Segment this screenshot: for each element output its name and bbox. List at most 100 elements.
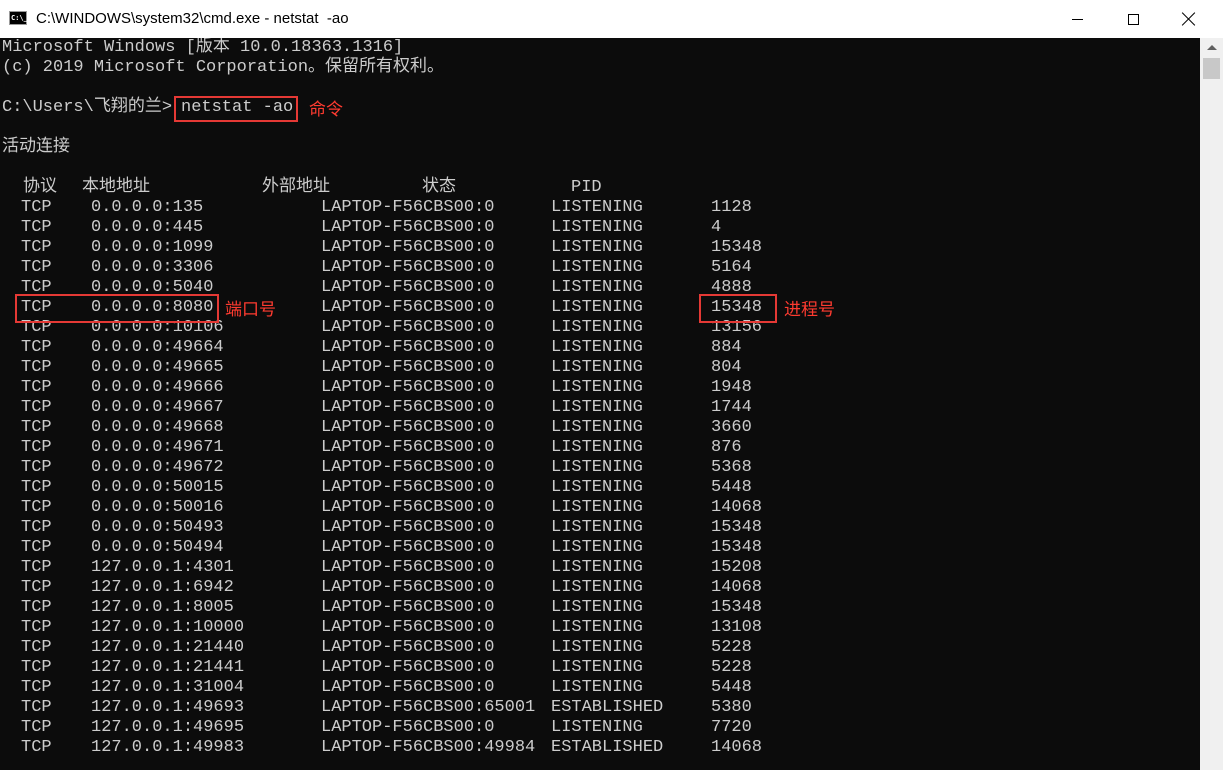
- cell-pid: 884: [711, 338, 742, 357]
- cell-local-address: 0.0.0.0:49666: [91, 378, 224, 397]
- cell-protocol: TCP: [21, 558, 52, 577]
- cell-local-address: 127.0.0.1:31004: [91, 678, 245, 697]
- maximize-button[interactable]: [1110, 0, 1156, 38]
- scroll-up-arrow-icon[interactable]: [1200, 38, 1223, 56]
- cell-state: LISTENING: [551, 518, 643, 537]
- console-header-copyright: (c) 2019 Microsoft Corporation。保留所有权利。: [2, 58, 445, 77]
- cell-protocol: TCP: [21, 218, 52, 237]
- cell-foreign-address: LAPTOP-F56CBS00:0: [321, 598, 495, 617]
- cell-local-address: 127.0.0.1:8005: [91, 598, 234, 617]
- cell-protocol: TCP: [21, 658, 52, 677]
- cell-protocol: TCP: [21, 518, 52, 537]
- cell-foreign-address: LAPTOP-F56CBS00:0: [321, 638, 495, 657]
- cell-protocol: TCP: [21, 638, 52, 657]
- cell-local-address: 127.0.0.1:4301: [91, 558, 234, 577]
- cell-local-address: 127.0.0.1:21440: [91, 638, 245, 657]
- cell-state: LISTENING: [551, 378, 643, 397]
- cell-foreign-address: LAPTOP-F56CBS00:0: [321, 298, 495, 317]
- cell-pid: 5448: [711, 678, 752, 697]
- cell-pid: 1948: [711, 378, 752, 397]
- cell-protocol: TCP: [21, 598, 52, 617]
- cell-foreign-address: LAPTOP-F56CBS00:0: [321, 398, 495, 417]
- cell-state: LISTENING: [551, 298, 643, 317]
- cell-state: LISTENING: [551, 638, 643, 657]
- cell-pid: 876: [711, 438, 742, 457]
- cell-foreign-address: LAPTOP-F56CBS00:0: [321, 518, 495, 537]
- cell-foreign-address: LAPTOP-F56CBS00:0: [321, 358, 495, 377]
- cell-foreign-address: LAPTOP-F56CBS00:65001: [321, 698, 536, 717]
- cell-pid: 15208: [711, 558, 763, 577]
- scroll-thumb[interactable]: [1203, 58, 1220, 79]
- cell-foreign-address: LAPTOP-F56CBS00:0: [321, 278, 495, 297]
- cell-local-address: 0.0.0.0:3306: [91, 258, 214, 277]
- port-highlight-box: [15, 294, 219, 323]
- column-header-local-address: 本地地址: [82, 178, 150, 197]
- cell-pid: 14068: [711, 738, 763, 757]
- cell-state: LISTENING: [551, 258, 643, 277]
- cell-state: LISTENING: [551, 278, 643, 297]
- cell-state: LISTENING: [551, 398, 643, 417]
- cell-pid: 15348: [711, 598, 763, 617]
- cell-foreign-address: LAPTOP-F56CBS00:0: [321, 438, 495, 457]
- cell-foreign-address: LAPTOP-F56CBS00:0: [321, 378, 495, 397]
- cell-foreign-address: LAPTOP-F56CBS00:0: [321, 498, 495, 517]
- cell-protocol: TCP: [21, 418, 52, 437]
- cell-pid: 15348: [711, 538, 763, 557]
- console-output[interactable]: Microsoft Windows [版本 10.0.18363.1316] (…: [0, 38, 1200, 770]
- close-button[interactable]: [1166, 0, 1212, 38]
- vertical-scrollbar[interactable]: [1200, 38, 1223, 770]
- cell-pid: 1744: [711, 398, 752, 417]
- cell-protocol: TCP: [21, 398, 52, 417]
- cell-foreign-address: LAPTOP-F56CBS00:0: [321, 458, 495, 477]
- column-header-pid: PID: [571, 178, 602, 197]
- cell-state: LISTENING: [551, 658, 643, 677]
- cell-state: LISTENING: [551, 498, 643, 517]
- cell-protocol: TCP: [21, 498, 52, 517]
- cell-state: LISTENING: [551, 598, 643, 617]
- cell-pid: 1128: [711, 198, 752, 217]
- cell-pid: 5448: [711, 478, 752, 497]
- title-bar[interactable]: C:\_ C:\WINDOWS\system32\cmd.exe - netst…: [0, 0, 1223, 38]
- console-header-version: Microsoft Windows [版本 10.0.18363.1316]: [2, 38, 404, 57]
- cell-pid: 3660: [711, 418, 752, 437]
- cell-foreign-address: LAPTOP-F56CBS00:0: [321, 338, 495, 357]
- cell-foreign-address: LAPTOP-F56CBS00:0: [321, 538, 495, 557]
- cell-state: LISTENING: [551, 198, 643, 217]
- cell-state: LISTENING: [551, 618, 643, 637]
- cell-protocol: TCP: [21, 578, 52, 597]
- minimize-button[interactable]: [1054, 0, 1100, 38]
- cell-foreign-address: LAPTOP-F56CBS00:0: [321, 658, 495, 677]
- cell-state: LISTENING: [551, 238, 643, 257]
- cell-pid: 5164: [711, 258, 752, 277]
- cell-state: LISTENING: [551, 578, 643, 597]
- cell-state: LISTENING: [551, 318, 643, 337]
- minimize-icon: [1071, 18, 1083, 20]
- cell-local-address: 0.0.0.0:49671: [91, 438, 224, 457]
- cell-local-address: 0.0.0.0:49668: [91, 418, 224, 437]
- cell-protocol: TCP: [21, 358, 52, 377]
- cell-local-address: 0.0.0.0:49667: [91, 398, 224, 417]
- cell-foreign-address: LAPTOP-F56CBS00:0: [321, 618, 495, 637]
- cell-state: LISTENING: [551, 358, 643, 377]
- cell-protocol: TCP: [21, 678, 52, 697]
- cell-foreign-address: LAPTOP-F56CBS00:0: [321, 418, 495, 437]
- cell-foreign-address: LAPTOP-F56CBS00:0: [321, 318, 495, 337]
- cell-protocol: TCP: [21, 718, 52, 737]
- cell-state: LISTENING: [551, 678, 643, 697]
- command-annotation: 命令: [309, 100, 343, 120]
- cell-local-address: 127.0.0.1:21441: [91, 658, 245, 677]
- cell-protocol: TCP: [21, 198, 52, 217]
- cell-pid: 804: [711, 358, 742, 377]
- cell-foreign-address: LAPTOP-F56CBS00:0: [321, 258, 495, 277]
- cell-pid: 4: [711, 218, 722, 237]
- cell-local-address: 0.0.0.0:50493: [91, 518, 224, 537]
- cell-foreign-address: LAPTOP-F56CBS00:49984: [321, 738, 536, 757]
- cmd-app-icon[interactable]: C:\_: [9, 11, 28, 25]
- cell-pid: 5380: [711, 698, 752, 717]
- cell-state: LISTENING: [551, 338, 643, 357]
- cell-local-address: 127.0.0.1:49695: [91, 718, 245, 737]
- window-title: C:\WINDOWS\system32\cmd.exe - netstat -a…: [36, 10, 349, 27]
- cell-protocol: TCP: [21, 438, 52, 457]
- command-prompt: C:\Users\飞翔的兰>: [2, 98, 173, 117]
- cell-local-address: 0.0.0.0:49664: [91, 338, 224, 357]
